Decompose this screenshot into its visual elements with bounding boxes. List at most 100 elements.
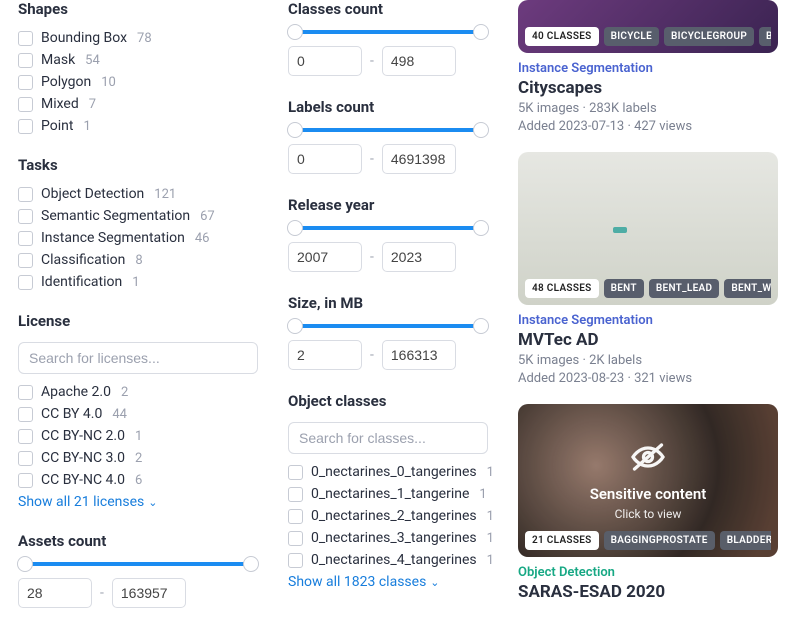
class-tag: BRIDGE (759, 27, 771, 46)
class-tag: BICYCLE (604, 27, 659, 46)
assets-count-min-input[interactable] (18, 578, 92, 608)
dataset-card[interactable]: 40 CLASSES BICYCLE BICYCLEGROUP BRIDGE I… (518, 0, 778, 134)
filter-label: CC BY-NC 2.0 (41, 428, 125, 444)
labels-count-slider[interactable] (288, 128, 488, 132)
sensitive-title: Sensitive content (590, 485, 707, 503)
filter-label: Bounding Box (41, 30, 127, 46)
filter-checkbox-row[interactable]: 0_nectarines_3_tangerines1 (288, 530, 488, 546)
filter-checkbox-row[interactable]: Polygon10 (18, 74, 258, 90)
filter-checkbox-row[interactable]: Mixed7 (18, 96, 258, 112)
dataset-thumbnail[interactable]: Sensitive content Click to view 21 CLASS… (518, 404, 778, 557)
filter-count: 1 (132, 275, 139, 290)
checkbox[interactable] (288, 487, 303, 502)
checkbox[interactable] (18, 385, 33, 400)
dataset-card[interactable]: Sensitive content Click to view 21 CLASS… (518, 404, 778, 602)
filter-checkbox-row[interactable]: Apache 2.02 (18, 384, 258, 400)
screw-image (544, 218, 752, 240)
assets-count-max-input[interactable] (112, 578, 186, 608)
filter-checkbox-row[interactable]: 0_nectarines_1_tangerine1 (288, 486, 488, 502)
checkbox[interactable] (18, 209, 33, 224)
filter-count: 1 (479, 487, 486, 502)
checkbox[interactable] (18, 429, 33, 444)
checkbox[interactable] (18, 473, 33, 488)
filter-title: Object classes (288, 392, 488, 410)
filter-checkbox-row[interactable]: CC BY 4.044 (18, 406, 258, 422)
filter-label: Point (41, 118, 73, 134)
classes-count-max-input[interactable] (382, 46, 456, 76)
filter-checkbox-row[interactable]: Semantic Segmentation67 (18, 208, 258, 224)
labels-count-max-input[interactable] (382, 144, 456, 174)
filter-checkbox-row[interactable]: Object Detection 121 (18, 186, 258, 202)
checkbox[interactable] (288, 509, 303, 524)
class-tag: BENT_WIRE (724, 279, 771, 298)
dataset-card[interactable]: 48 CLASSES BENT BENT_LEAD BENT_WIRE Inst… (518, 152, 778, 386)
checkbox[interactable] (288, 531, 303, 546)
dataset-title: Cityscapes (518, 78, 778, 98)
filter-label: CC BY-NC 4.0 (41, 472, 125, 488)
filter-checkbox-row[interactable]: CC BY-NC 4.06 (18, 472, 258, 488)
release-year-max-input[interactable] (382, 242, 456, 272)
filter-checkbox-row[interactable]: Mask54 (18, 52, 258, 68)
checkbox[interactable] (18, 187, 33, 202)
assets-count-slider[interactable] (18, 562, 258, 566)
class-tag: BLADDERANASTO (720, 531, 771, 550)
filter-tasks: Tasks Object Detection121Semantic Segmen… (18, 156, 258, 290)
filter-checkbox-row[interactable]: Instance Segmentation46 (18, 230, 258, 246)
show-all-classes-link[interactable]: Show all 1823 classes⌄ (288, 574, 488, 590)
release-year-min-input[interactable] (288, 242, 362, 272)
filter-label: Object Detection (41, 186, 144, 202)
checkbox[interactable] (288, 553, 303, 568)
checkbox[interactable] (18, 31, 33, 46)
dataset-title: MVTec AD (518, 330, 778, 350)
filter-label: Instance Segmentation (41, 230, 185, 246)
filter-checkbox-row[interactable]: Identification 1 (18, 274, 258, 290)
classes-count-min-input[interactable] (288, 46, 362, 76)
classes-badge: 40 CLASSES (525, 27, 599, 46)
filter-label: Polygon (41, 74, 91, 90)
size-mb-slider[interactable] (288, 324, 488, 328)
filter-checkbox-row[interactable]: 0_nectarines_0_tangerines1 (288, 464, 488, 480)
filter-count: 121 (154, 187, 176, 202)
filter-count: 1 (487, 531, 494, 546)
size-mb-max-input[interactable] (382, 340, 456, 370)
show-all-licenses-link[interactable]: Show all 21 licenses⌄ (18, 494, 258, 510)
filter-checkbox-row[interactable]: 0_nectarines_2_tangerines1 (288, 508, 488, 524)
checkbox[interactable] (18, 231, 33, 246)
filter-checkbox-row[interactable]: CC BY-NC 2.01 (18, 428, 258, 444)
filter-assets-count: Assets count - (18, 532, 258, 608)
checkbox[interactable] (18, 253, 33, 268)
class-tag: BENT (604, 279, 644, 298)
class-tag: BENT_LEAD (649, 279, 719, 298)
checkbox[interactable] (18, 97, 33, 112)
size-mb-min-input[interactable] (288, 340, 362, 370)
chevron-down-icon: ⌄ (430, 576, 439, 589)
labels-count-min-input[interactable] (288, 144, 362, 174)
checkbox[interactable] (18, 119, 33, 134)
filter-checkbox-row[interactable]: CC BY-NC 3.02 (18, 450, 258, 466)
filter-checkbox-row[interactable]: 0_nectarines_4_tangerines1 (288, 552, 488, 568)
dataset-category-link[interactable]: Object Detection (518, 565, 778, 580)
dataset-category-link[interactable]: Instance Segmentation (518, 61, 778, 76)
filter-label: Identification (41, 274, 122, 290)
classes-search-input[interactable] (288, 422, 488, 454)
classes-count-slider[interactable] (288, 30, 488, 34)
checkbox[interactable] (18, 75, 33, 90)
filter-count: 1 (487, 509, 494, 524)
sensitive-subtitle: Click to view (615, 507, 682, 521)
filter-checkbox-row[interactable]: Point1 (18, 118, 258, 134)
checkbox[interactable] (18, 275, 33, 290)
dataset-category-link[interactable]: Instance Segmentation (518, 313, 778, 328)
release-year-slider[interactable] (288, 226, 488, 230)
checkbox[interactable] (288, 465, 303, 480)
filter-title: Shapes (18, 0, 258, 18)
checkbox[interactable] (18, 407, 33, 422)
filter-label: 0_nectarines_0_tangerines (311, 464, 477, 480)
filter-checkbox-row[interactable]: Bounding Box 78 (18, 30, 258, 46)
filter-title: License (18, 312, 258, 330)
filter-count: 78 (137, 31, 152, 46)
filter-checkbox-row[interactable]: Classification8 (18, 252, 258, 268)
checkbox[interactable] (18, 53, 33, 68)
license-search-input[interactable] (18, 342, 258, 374)
checkbox[interactable] (18, 451, 33, 466)
filter-label: Semantic Segmentation (41, 208, 190, 224)
